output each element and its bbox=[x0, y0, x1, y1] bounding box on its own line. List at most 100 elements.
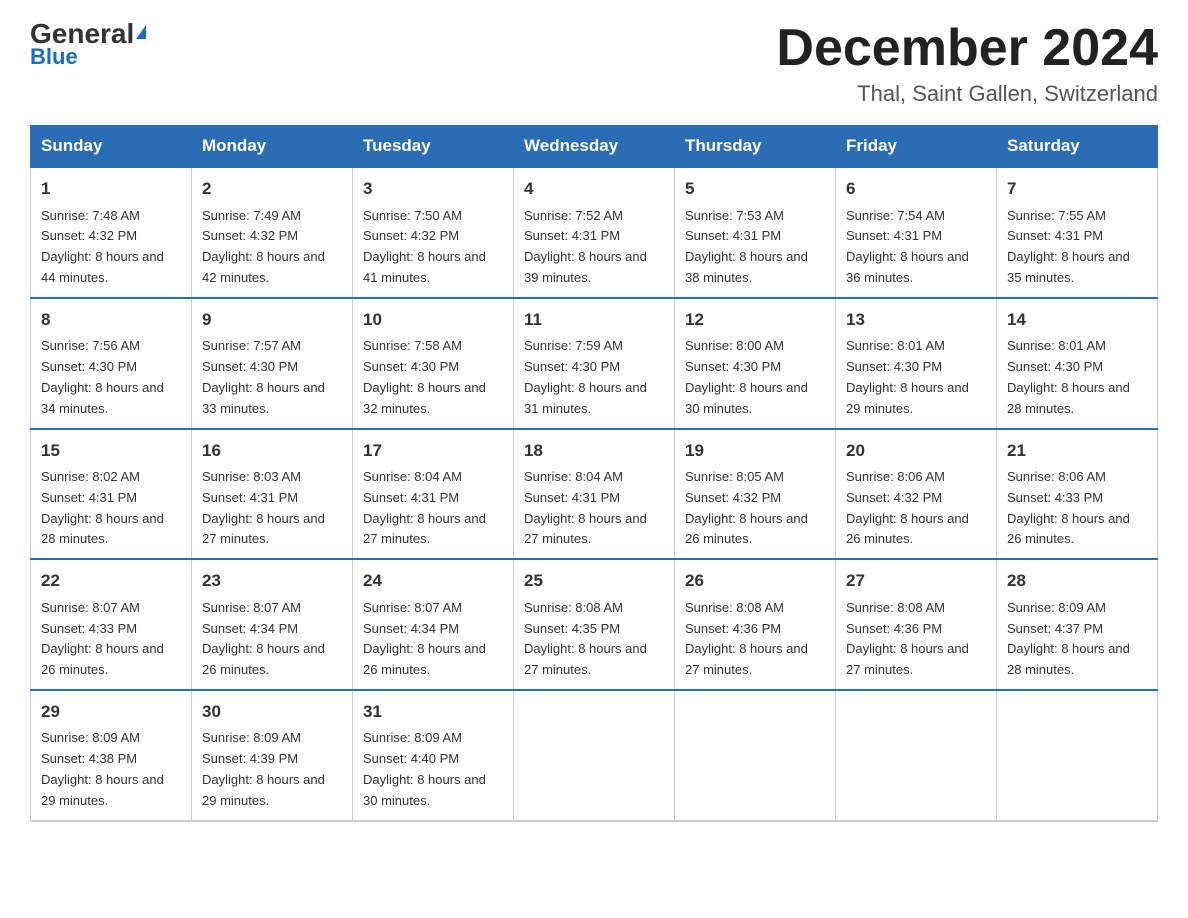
day-number: 30 bbox=[202, 699, 342, 725]
day-number: 2 bbox=[202, 176, 342, 202]
calendar-cell: 23 Sunrise: 8:07 AMSunset: 4:34 PMDayligh… bbox=[192, 559, 353, 690]
day-number: 4 bbox=[524, 176, 664, 202]
header-wednesday: Wednesday bbox=[514, 126, 675, 168]
calendar-week-row: 22Sunrise: 8:07 AMSunset: 4:33 PMDayligh… bbox=[31, 559, 1158, 690]
day-number: 12 bbox=[685, 307, 825, 333]
calendar-cell: 28 Sunrise: 8:09 AMSunset: 4:37 PMDayligh… bbox=[997, 559, 1158, 690]
day-info: Sunrise: 7:55 AMSunset: 4:31 PMDaylight:… bbox=[1007, 206, 1147, 289]
day-info: Sunrise: 7:53 AMSunset: 4:31 PMDaylight:… bbox=[685, 206, 825, 289]
day-info: Sunrise: 8:09 AMSunset: 4:39 PMDaylight:… bbox=[202, 728, 342, 811]
calendar-cell: 7 Sunrise: 7:55 AMSunset: 4:31 PMDaylight… bbox=[997, 167, 1158, 298]
header-saturday: Saturday bbox=[997, 126, 1158, 168]
header-friday: Friday bbox=[836, 126, 997, 168]
day-number: 11 bbox=[524, 307, 664, 333]
day-info: Sunrise: 8:00 AMSunset: 4:30 PMDaylight:… bbox=[685, 336, 825, 419]
calendar-header-row: SundayMondayTuesdayWednesdayThursdayFrid… bbox=[31, 126, 1158, 168]
day-info: Sunrise: 8:06 AMSunset: 4:33 PMDaylight:… bbox=[1007, 467, 1147, 550]
day-info: Sunrise: 8:06 AMSunset: 4:32 PMDaylight:… bbox=[846, 467, 986, 550]
day-info: Sunrise: 8:08 AMSunset: 4:36 PMDaylight:… bbox=[685, 598, 825, 681]
day-number: 7 bbox=[1007, 176, 1147, 202]
day-info: Sunrise: 8:04 AMSunset: 4:31 PMDaylight:… bbox=[363, 467, 503, 550]
day-info: Sunrise: 8:03 AMSunset: 4:31 PMDaylight:… bbox=[202, 467, 342, 550]
day-number: 24 bbox=[363, 568, 503, 594]
day-number: 13 bbox=[846, 307, 986, 333]
day-number: 9 bbox=[202, 307, 342, 333]
calendar-cell: 30 Sunrise: 8:09 AMSunset: 4:39 PMDayligh… bbox=[192, 690, 353, 821]
calendar-cell: 31 Sunrise: 8:09 AMSunset: 4:40 PMDayligh… bbox=[353, 690, 514, 821]
calendar-cell bbox=[675, 690, 836, 821]
calendar-cell: 2 Sunrise: 7:49 AMSunset: 4:32 PMDaylight… bbox=[192, 167, 353, 298]
day-number: 1 bbox=[41, 176, 181, 202]
calendar-table: SundayMondayTuesdayWednesdayThursdayFrid… bbox=[30, 125, 1158, 821]
calendar-week-row: 29Sunrise: 8:09 AMSunset: 4:38 PMDayligh… bbox=[31, 690, 1158, 821]
calendar-cell: 1Sunrise: 7:48 AMSunset: 4:32 PMDaylight… bbox=[31, 167, 192, 298]
calendar-cell bbox=[836, 690, 997, 821]
calendar-cell: 21 Sunrise: 8:06 AMSunset: 4:33 PMDayligh… bbox=[997, 429, 1158, 560]
calendar-cell: 29Sunrise: 8:09 AMSunset: 4:38 PMDayligh… bbox=[31, 690, 192, 821]
calendar-cell: 15Sunrise: 8:02 AMSunset: 4:31 PMDayligh… bbox=[31, 429, 192, 560]
header-thursday: Thursday bbox=[675, 126, 836, 168]
day-info: Sunrise: 7:52 AMSunset: 4:31 PMDaylight:… bbox=[524, 206, 664, 289]
header-tuesday: Tuesday bbox=[353, 126, 514, 168]
calendar-cell: 8 Sunrise: 7:56 AMSunset: 4:30 PMDaylight… bbox=[31, 298, 192, 429]
logo: General Blue bbox=[30, 20, 146, 70]
day-info: Sunrise: 8:09 AMSunset: 4:37 PMDaylight:… bbox=[1007, 598, 1147, 681]
header-monday: Monday bbox=[192, 126, 353, 168]
day-number: 8 bbox=[41, 307, 181, 333]
day-info: Sunrise: 8:09 AMSunset: 4:40 PMDaylight:… bbox=[363, 728, 503, 811]
day-number: 22 bbox=[41, 568, 181, 594]
day-info: Sunrise: 8:01 AMSunset: 4:30 PMDaylight:… bbox=[846, 336, 986, 419]
day-info: Sunrise: 8:04 AMSunset: 4:31 PMDaylight:… bbox=[524, 467, 664, 550]
day-number: 15 bbox=[41, 438, 181, 464]
day-number: 19 bbox=[685, 438, 825, 464]
title-block: December 2024 Thal, Saint Gallen, Switze… bbox=[776, 20, 1158, 107]
calendar-cell: 4 Sunrise: 7:52 AMSunset: 4:31 PMDaylight… bbox=[514, 167, 675, 298]
day-number: 10 bbox=[363, 307, 503, 333]
header-sunday: Sunday bbox=[31, 126, 192, 168]
calendar-cell: 13 Sunrise: 8:01 AMSunset: 4:30 PMDayligh… bbox=[836, 298, 997, 429]
day-number: 23 bbox=[202, 568, 342, 594]
calendar-subtitle: Thal, Saint Gallen, Switzerland bbox=[776, 81, 1158, 107]
day-number: 3 bbox=[363, 176, 503, 202]
day-info: Sunrise: 7:49 AMSunset: 4:32 PMDaylight:… bbox=[202, 206, 342, 289]
day-number: 31 bbox=[363, 699, 503, 725]
calendar-cell: 3 Sunrise: 7:50 AMSunset: 4:32 PMDaylight… bbox=[353, 167, 514, 298]
calendar-cell: 24 Sunrise: 8:07 AMSunset: 4:34 PMDayligh… bbox=[353, 559, 514, 690]
day-number: 28 bbox=[1007, 568, 1147, 594]
day-info: Sunrise: 8:05 AMSunset: 4:32 PMDaylight:… bbox=[685, 467, 825, 550]
calendar-cell: 5 Sunrise: 7:53 AMSunset: 4:31 PMDaylight… bbox=[675, 167, 836, 298]
day-info: Sunrise: 7:57 AMSunset: 4:30 PMDaylight:… bbox=[202, 336, 342, 419]
calendar-cell: 16Sunrise: 8:03 AMSunset: 4:31 PMDayligh… bbox=[192, 429, 353, 560]
day-info: Sunrise: 7:56 AMSunset: 4:30 PMDaylight:… bbox=[41, 336, 181, 419]
page-header: General Blue December 2024 Thal, Saint G… bbox=[30, 20, 1158, 107]
day-number: 21 bbox=[1007, 438, 1147, 464]
calendar-cell: 6Sunrise: 7:54 AMSunset: 4:31 PMDaylight… bbox=[836, 167, 997, 298]
calendar-cell: 22Sunrise: 8:07 AMSunset: 4:33 PMDayligh… bbox=[31, 559, 192, 690]
day-info: Sunrise: 8:08 AMSunset: 4:36 PMDaylight:… bbox=[846, 598, 986, 681]
day-info: Sunrise: 7:58 AMSunset: 4:30 PMDaylight:… bbox=[363, 336, 503, 419]
calendar-cell: 26 Sunrise: 8:08 AMSunset: 4:36 PMDayligh… bbox=[675, 559, 836, 690]
day-info: Sunrise: 8:09 AMSunset: 4:38 PMDaylight:… bbox=[41, 728, 181, 811]
calendar-cell: 9 Sunrise: 7:57 AMSunset: 4:30 PMDaylight… bbox=[192, 298, 353, 429]
calendar-title: December 2024 bbox=[776, 20, 1158, 77]
calendar-cell: 10 Sunrise: 7:58 AMSunset: 4:30 PMDayligh… bbox=[353, 298, 514, 429]
calendar-cell: 19 Sunrise: 8:05 AMSunset: 4:32 PMDayligh… bbox=[675, 429, 836, 560]
day-number: 26 bbox=[685, 568, 825, 594]
day-number: 17 bbox=[363, 438, 503, 464]
day-info: Sunrise: 7:50 AMSunset: 4:32 PMDaylight:… bbox=[363, 206, 503, 289]
calendar-cell bbox=[514, 690, 675, 821]
calendar-cell: 17 Sunrise: 8:04 AMSunset: 4:31 PMDayligh… bbox=[353, 429, 514, 560]
calendar-cell: 14Sunrise: 8:01 AMSunset: 4:30 PMDayligh… bbox=[997, 298, 1158, 429]
day-info: Sunrise: 7:59 AMSunset: 4:30 PMDaylight:… bbox=[524, 336, 664, 419]
calendar-cell: 18 Sunrise: 8:04 AMSunset: 4:31 PMDayligh… bbox=[514, 429, 675, 560]
day-info: Sunrise: 8:07 AMSunset: 4:34 PMDaylight:… bbox=[363, 598, 503, 681]
day-number: 18 bbox=[524, 438, 664, 464]
calendar-week-row: 8 Sunrise: 7:56 AMSunset: 4:30 PMDaylight… bbox=[31, 298, 1158, 429]
calendar-cell: 12 Sunrise: 8:00 AMSunset: 4:30 PMDayligh… bbox=[675, 298, 836, 429]
day-info: Sunrise: 8:08 AMSunset: 4:35 PMDaylight:… bbox=[524, 598, 664, 681]
day-info: Sunrise: 8:07 AMSunset: 4:34 PMDaylight:… bbox=[202, 598, 342, 681]
calendar-week-row: 1Sunrise: 7:48 AMSunset: 4:32 PMDaylight… bbox=[31, 167, 1158, 298]
day-number: 5 bbox=[685, 176, 825, 202]
calendar-cell bbox=[997, 690, 1158, 821]
day-number: 25 bbox=[524, 568, 664, 594]
